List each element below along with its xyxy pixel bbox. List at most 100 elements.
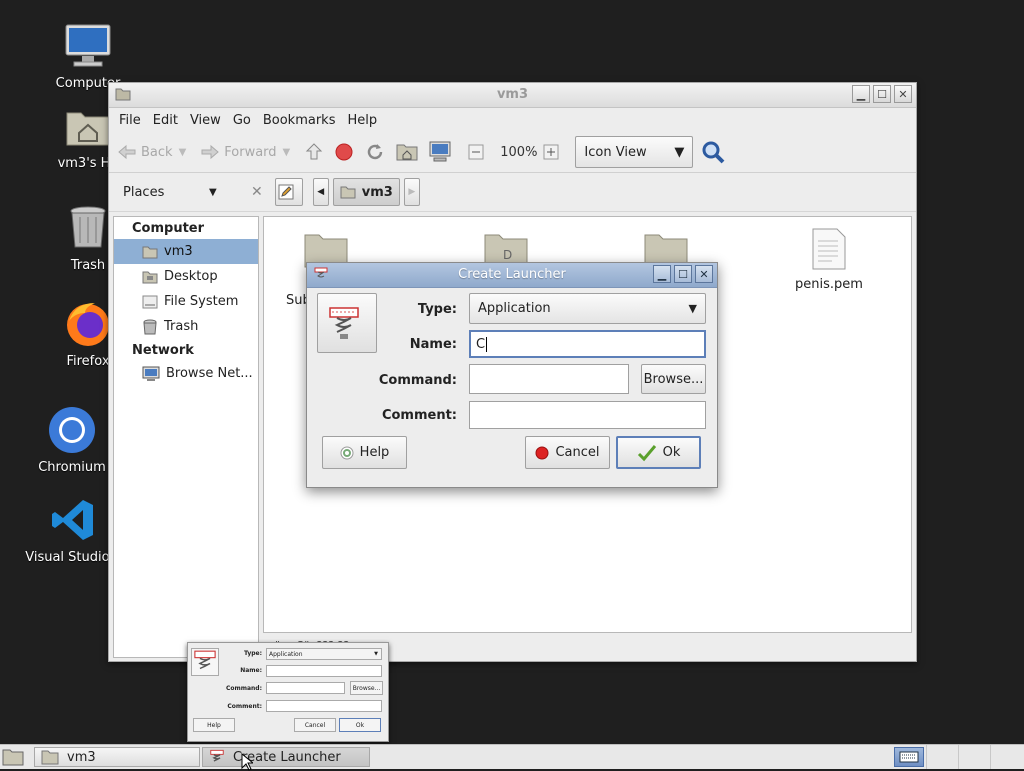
sidebar-item-file-system[interactable]: File System	[114, 289, 258, 314]
minimize-icon: ▁	[657, 267, 667, 281]
thumb-comment-label: Comment:	[227, 703, 262, 710]
zoom-out-icon	[468, 144, 484, 160]
mouse-cursor-icon	[241, 753, 253, 771]
zoom-in-icon	[543, 144, 559, 160]
svg-text:D: D	[503, 248, 512, 262]
desktop-icon-computer[interactable]: Computer	[33, 20, 143, 91]
edit-path-button[interactable]	[274, 178, 303, 206]
places-selector[interactable]: Places ▼	[109, 185, 249, 200]
up-button[interactable]	[304, 142, 328, 162]
places-sidebar: Computer vm3 Desktop File System Trash N…	[113, 216, 259, 658]
drive-icon	[142, 295, 158, 308]
path-right-button[interactable]: ▶	[403, 178, 420, 206]
maximize-icon: ☐	[678, 267, 688, 281]
vscode-icon	[48, 494, 100, 546]
sidebar-header-network: Network	[132, 343, 194, 358]
back-history-icon[interactable]: ▼	[179, 147, 187, 158]
ok-button[interactable]: Ok	[616, 436, 701, 469]
browse-button[interactable]: Browse...	[641, 364, 706, 394]
dialog-maximize-button[interactable]: ☐	[674, 265, 692, 283]
pencil-icon	[278, 184, 294, 200]
chevron-down-icon: ▼	[374, 651, 378, 657]
home-folder-icon	[396, 144, 418, 161]
desktop-folder-icon	[142, 271, 158, 283]
command-input[interactable]	[469, 364, 629, 394]
menu-file[interactable]: File	[113, 113, 147, 128]
create-launcher-dialog: Create Launcher ▁ ☐ ✕ Type: Application …	[306, 262, 718, 488]
cancel-button[interactable]: Cancel	[525, 436, 610, 469]
toolbar: Back ▼ Forward ▼ 100% Icon View ▼	[109, 132, 916, 173]
chevron-right-icon: ▶	[408, 187, 416, 197]
menu-help[interactable]: Help	[341, 113, 383, 128]
reload-button[interactable]	[364, 141, 390, 163]
comment-input[interactable]	[469, 401, 706, 429]
type-select[interactable]: Application ▼	[469, 293, 706, 324]
thumb-comment-input	[266, 700, 382, 712]
sidebar-item-trash[interactable]: Trash	[114, 314, 258, 339]
file-item-pem[interactable]: penis.pem	[786, 227, 872, 292]
menu-edit[interactable]: Edit	[147, 113, 184, 128]
zoom-level: 100%	[500, 144, 538, 160]
thumb-command-input	[266, 682, 345, 694]
stop-icon	[335, 143, 353, 161]
chevron-down-icon: ▼	[688, 302, 697, 315]
workspace-3[interactable]	[990, 745, 1022, 769]
home-folder-icon	[142, 246, 158, 258]
sidebar-item-vm3[interactable]: vm3	[114, 239, 258, 264]
type-label: Type:	[417, 302, 457, 317]
thumb-ok-button: Ok	[339, 718, 381, 732]
window-preview-thumbnail[interactable]: Type: Application ▼ Name: Command: Browse…	[187, 642, 389, 742]
search-icon	[702, 141, 725, 164]
close-button[interactable]: ✕	[894, 85, 912, 103]
checkmark-icon	[637, 444, 656, 461]
name-label: Name:	[409, 337, 457, 352]
menu-bookmarks[interactable]: Bookmarks	[257, 113, 342, 128]
launcher-icon	[210, 749, 224, 762]
show-desktop-button[interactable]	[2, 748, 24, 766]
home-folder-icon	[41, 750, 59, 765]
forward-button[interactable]: Forward	[200, 144, 277, 160]
back-button[interactable]: Back	[117, 144, 173, 160]
thumb-type-select: Application ▼	[266, 648, 382, 660]
close-sidebar-icon[interactable]: ✕	[251, 184, 263, 200]
computer-button[interactable]	[428, 141, 456, 163]
sidebar-header-computer: Computer	[132, 221, 205, 236]
forward-history-icon[interactable]: ▼	[283, 147, 291, 158]
menu-go[interactable]: Go	[227, 113, 257, 128]
menu-view[interactable]: View	[184, 113, 227, 128]
maximize-button[interactable]: ☐	[873, 85, 891, 103]
home-button[interactable]	[396, 142, 422, 162]
fm-titlebar[interactable]: vm3 ▁ ☐ ✕	[109, 83, 916, 108]
name-input[interactable]: C	[469, 330, 706, 358]
help-button[interactable]: Help	[322, 436, 407, 469]
zoom-in-button[interactable]	[543, 144, 563, 160]
dialog-titlebar[interactable]: Create Launcher ▁ ☐ ✕	[307, 263, 717, 288]
command-label: Command:	[378, 373, 457, 388]
dialog-close-button[interactable]: ✕	[695, 265, 713, 283]
workspace-2[interactable]	[958, 745, 990, 769]
cancel-icon	[535, 446, 549, 459]
comment-label: Comment:	[381, 408, 457, 423]
minimize-button[interactable]: ▁	[852, 85, 870, 103]
workspace-1[interactable]	[926, 745, 958, 769]
network-icon	[142, 366, 160, 381]
sidebar-item-browse-network[interactable]: Browse Net...	[114, 361, 258, 386]
text-cursor	[486, 336, 488, 352]
taskbar-item-create-launcher[interactable]: Create Launcher	[202, 747, 370, 767]
menubar: File Edit View Go Bookmarks Help	[109, 108, 916, 132]
chevron-down-icon: ▼	[674, 144, 685, 160]
thumb-browse-button: Browse...	[350, 681, 383, 695]
zoom-out-button[interactable]	[468, 144, 488, 160]
help-icon	[340, 446, 354, 459]
keyboard-tray-icon[interactable]	[894, 747, 924, 767]
chevron-left-icon: ◀	[317, 187, 325, 197]
dialog-minimize-button[interactable]: ▁	[653, 265, 671, 283]
stop-button[interactable]	[334, 142, 358, 162]
search-button[interactable]	[701, 140, 729, 164]
firefox-icon	[62, 298, 114, 350]
view-mode-select[interactable]: Icon View ▼	[575, 136, 694, 168]
path-crumb-vm3[interactable]: vm3	[332, 178, 400, 206]
sidebar-item-desktop[interactable]: Desktop	[114, 264, 258, 289]
taskbar-item-vm3[interactable]: vm3	[34, 747, 200, 767]
path-left-button[interactable]: ◀	[312, 178, 329, 206]
